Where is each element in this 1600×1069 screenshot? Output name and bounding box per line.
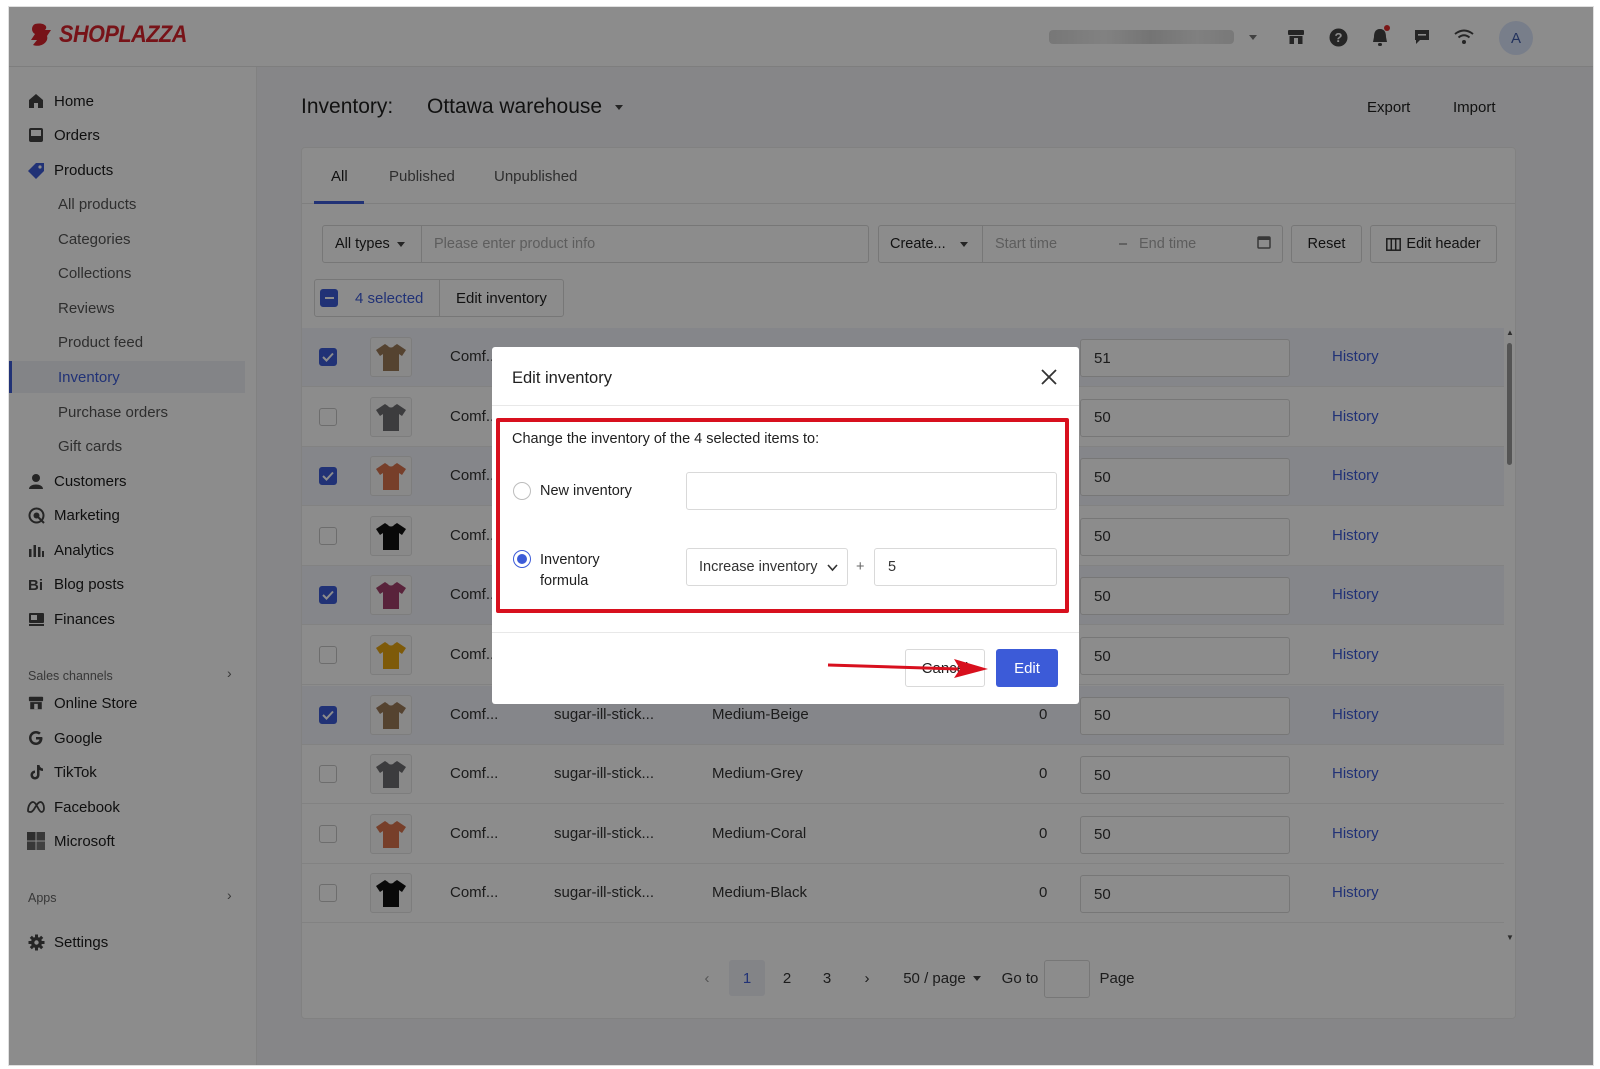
new-inventory-label: New inventory bbox=[540, 483, 632, 499]
inventory-formula-radio[interactable] bbox=[513, 550, 531, 568]
formula-mode-select[interactable]: Increase inventory bbox=[686, 548, 848, 586]
dialog-footer-divider bbox=[492, 632, 1079, 633]
inventory-formula-label-line1: Inventory bbox=[540, 552, 600, 568]
edit-button[interactable]: Edit bbox=[996, 649, 1058, 687]
new-inventory-radio[interactable] bbox=[513, 482, 531, 500]
chevron-down-icon bbox=[827, 564, 838, 572]
close-icon[interactable] bbox=[1037, 365, 1061, 389]
dialog-header-divider bbox=[492, 405, 1079, 406]
dialog-description: Change the inventory of the 4 selected i… bbox=[512, 431, 820, 447]
edit-inventory-dialog: Edit inventory Change the inventory of t… bbox=[492, 347, 1079, 704]
modal-overlay[interactable]: Edit inventory Change the inventory of t… bbox=[9, 7, 1593, 1065]
app-window: SHOPLAZZA ? A Home Orders Products All p… bbox=[8, 6, 1594, 1066]
dialog-title: Edit inventory bbox=[512, 369, 612, 387]
formula-mode-label: Increase inventory bbox=[699, 559, 818, 575]
new-inventory-input[interactable] bbox=[686, 472, 1057, 510]
formula-value-input[interactable]: 5 bbox=[874, 548, 1057, 586]
red-arrow-annotation-icon bbox=[827, 659, 988, 678]
formula-operator: + bbox=[856, 559, 865, 575]
inventory-formula-label-line2: formula bbox=[540, 573, 589, 589]
